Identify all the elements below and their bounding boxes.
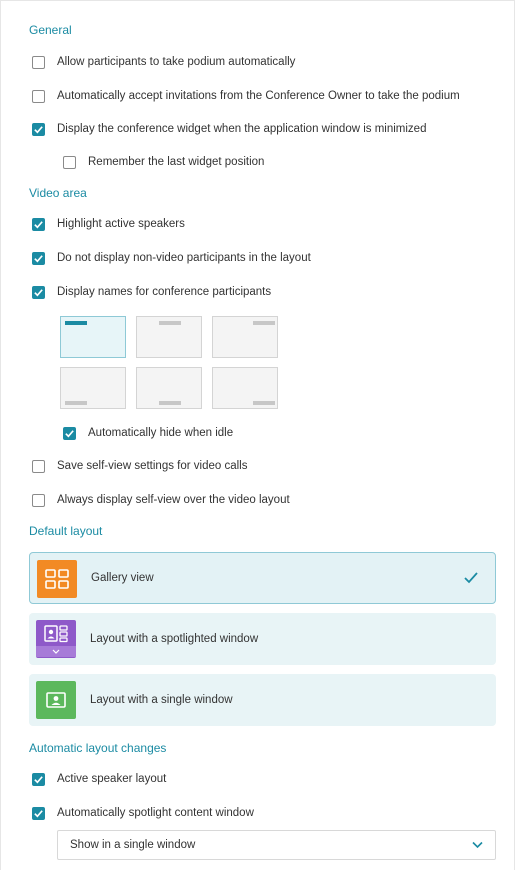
option-hide-non-video[interactable]: Do not display non-video participants in… [32, 249, 311, 267]
layout-option-spotlight[interactable]: Layout with a spotlighted window [29, 613, 496, 665]
option-display-names[interactable]: Display names for conference participant… [32, 283, 271, 301]
settings-panel: General Allow participants to take podiu… [0, 0, 515, 870]
option-label: Save self-view settings for video calls [57, 460, 248, 472]
layout-label: Layout with a spotlighted window [90, 633, 259, 645]
checkbox-save-self-view[interactable] [32, 459, 45, 473]
layout-label: Gallery view [91, 572, 154, 584]
option-auto-hide-idle[interactable]: Automatically hide when idle [63, 424, 233, 442]
check-icon [34, 288, 43, 296]
section-title-general: General [29, 23, 72, 37]
spotlight-layout-dropdown[interactable] [36, 645, 76, 657]
name-position-top-right[interactable] [212, 316, 278, 358]
option-display-widget[interactable]: Display the conference widget when the a… [32, 120, 426, 138]
section-title-default-layout: Default layout [29, 524, 103, 538]
option-label: Display the conference widget when the a… [57, 123, 427, 135]
checkbox-self-view-over-layout[interactable] [32, 493, 45, 507]
name-bar [159, 321, 181, 325]
name-position-top-center[interactable] [136, 316, 202, 358]
checkbox-display-names[interactable] [32, 285, 45, 299]
name-bar [253, 321, 275, 325]
content-window-select[interactable]: Show in a single window [57, 830, 496, 860]
option-allow-podium[interactable]: Allow participants to take podium automa… [32, 53, 295, 71]
single-window-icon [36, 681, 76, 719]
selected-check-icon [464, 572, 478, 584]
checkbox-allow-podium[interactable] [32, 55, 45, 69]
name-bar [159, 401, 181, 405]
section-title-video-area: Video area [29, 186, 87, 200]
option-label: Automatically accept invitations from th… [57, 90, 460, 102]
checkbox-remember-widget-position[interactable] [63, 155, 76, 169]
checkbox-active-speaker-layout[interactable] [32, 772, 45, 786]
chevron-down-icon [52, 649, 60, 654]
checkbox-accept-invitations[interactable] [32, 89, 45, 103]
option-label: Always display self-view over the video … [57, 494, 290, 506]
option-label: Do not display non-video participants in… [57, 252, 311, 264]
name-bar [65, 401, 87, 405]
checkbox-spotlight-content[interactable] [32, 806, 45, 820]
check-icon [34, 220, 43, 228]
option-label: Automatically spotlight content window [57, 807, 254, 819]
layout-option-single[interactable]: Layout with a single window [29, 674, 496, 726]
check-icon [34, 775, 43, 783]
name-bar [253, 401, 275, 405]
checkbox-auto-hide-idle[interactable] [63, 426, 76, 440]
option-remember-widget-position[interactable]: Remember the last widget position [63, 153, 264, 171]
option-save-self-view[interactable]: Save self-view settings for video calls [32, 457, 247, 475]
layout-label: Layout with a single window [90, 694, 233, 706]
name-position-bottom-center[interactable] [136, 367, 202, 409]
check-icon [34, 254, 43, 262]
layout-option-gallery[interactable]: Gallery view [29, 552, 496, 604]
section-title-automatic-layout: Automatic layout changes [29, 741, 167, 755]
option-label: Allow participants to take podium automa… [57, 56, 296, 68]
checkbox-highlight-speakers[interactable] [32, 217, 45, 231]
option-label: Automatically hide when idle [88, 427, 234, 439]
gallery-icon [37, 560, 77, 598]
check-icon [34, 809, 43, 817]
check-icon [65, 429, 74, 437]
select-value: Show in a single window [70, 839, 196, 851]
option-label: Remember the last widget position [88, 156, 265, 168]
checkbox-display-widget[interactable] [32, 122, 45, 136]
check-icon [34, 125, 43, 133]
option-spotlight-content[interactable]: Automatically spotlight content window [32, 804, 254, 822]
chevron-down-icon [472, 841, 483, 849]
option-label: Highlight active speakers [57, 218, 185, 230]
option-self-view-over-layout[interactable]: Always display self-view over the video … [32, 491, 290, 509]
name-bar [65, 321, 87, 325]
option-label: Display names for conference participant… [57, 286, 272, 298]
option-highlight-speakers[interactable]: Highlight active speakers [32, 215, 185, 233]
name-position-top-left[interactable] [60, 316, 126, 358]
checkbox-hide-non-video[interactable] [32, 251, 45, 265]
name-position-bottom-left[interactable] [60, 367, 126, 409]
option-label: Active speaker layout [57, 773, 167, 785]
option-accept-invitations[interactable]: Automatically accept invitations from th… [32, 87, 460, 105]
name-position-bottom-right[interactable] [212, 367, 278, 409]
spotlight-layout-icon [36, 620, 76, 658]
option-active-speaker-layout[interactable]: Active speaker layout [32, 770, 166, 788]
